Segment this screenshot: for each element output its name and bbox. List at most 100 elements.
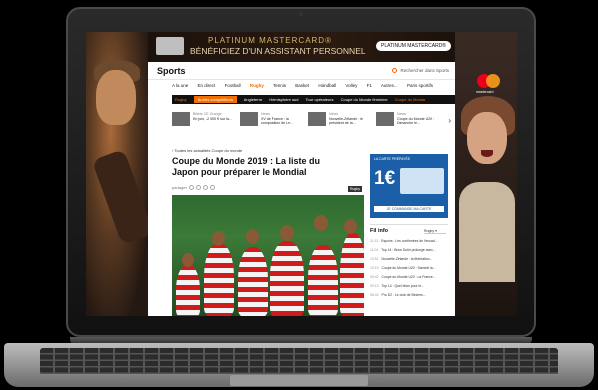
ticker-text: XV de France : la composition de Le...	[261, 116, 294, 126]
filter-value: Rugby	[424, 229, 435, 233]
banner-cta-button[interactable]: PLATINUM MASTERCARD®	[376, 41, 451, 51]
fil-info-filter-select[interactable]: Rugby ▾	[424, 229, 446, 234]
item-time: 10:51	[370, 257, 379, 261]
player-head	[344, 219, 357, 234]
nav-item-a-la-une[interactable]: A la une	[172, 83, 188, 88]
subnav-item-autres-competitions[interactable]: Autres compétitions	[193, 96, 237, 103]
ticker-item[interactable]: Billets CE Orange En juin, -2 000 € sur l…	[172, 110, 238, 132]
nav-item-football[interactable]: Football	[225, 83, 241, 88]
subnav-item-coupe-du-monde[interactable]: Coupe du Monde	[395, 97, 426, 102]
item-time: 11:13	[370, 239, 379, 243]
ticker-thumbnail	[172, 112, 190, 126]
fil-info-panel: Fil info Rugby ▾ 11:13 Espoirs : Les conf…	[370, 224, 448, 306]
ticker-item[interactable]: News Nouvelle-Zélande : le président de l…	[308, 110, 374, 132]
ad-person-shirt	[459, 182, 515, 282]
item-time: 10:15	[370, 266, 379, 270]
subnav-item-coupe-feminine[interactable]: Coupe du Monde féminine	[341, 97, 388, 102]
item-time: 08:43	[370, 293, 379, 297]
ticker-item[interactable]: News XV de France : la composition de Le.…	[240, 110, 306, 132]
credit-card-image	[156, 37, 184, 55]
article-photo	[172, 195, 364, 316]
search-icon	[392, 68, 398, 73]
search-input[interactable]: Rechercher dans Sports	[392, 68, 449, 73]
category-tag[interactable]: Rugby	[348, 186, 362, 192]
list-item[interactable]: 10:15 Coupe du Monde U20 : Samedi la...	[370, 266, 448, 270]
list-item[interactable]: 09:42 Coupe du Monde U20 : La France...	[370, 275, 448, 279]
player-head	[212, 231, 225, 246]
chevron-right-icon[interactable]: ›	[448, 116, 451, 125]
search-placeholder: Rechercher dans Sports	[400, 68, 449, 73]
player-figure	[340, 233, 364, 316]
nav-item-handball[interactable]: Handball	[318, 83, 336, 88]
item-text: Pro D2 : Le club de Béziers...	[381, 293, 426, 297]
banner-brand: PLATINUM MASTERCARD®	[208, 36, 332, 45]
mastercard-orange-circle-icon	[486, 74, 500, 88]
ticker-thumbnail	[376, 112, 394, 126]
nav-item-f1[interactable]: F1	[367, 83, 372, 88]
site-logo[interactable]: Sports	[157, 66, 186, 76]
news-ticker: Billets CE Orange En juin, -2 000 € sur l…	[172, 110, 455, 132]
ad-amount: 1€	[374, 168, 396, 189]
ad-cta-button[interactable]: JE COMMANDE MA CARTE	[374, 206, 444, 212]
main-nav: A la une En direct Football Rugby Tennis…	[172, 83, 441, 88]
ticker-text: Coupe du Monde U20 : Dimanche le...	[397, 116, 435, 126]
player-figure	[238, 247, 268, 316]
sports-page: Sports Rechercher dans Sports A la une E…	[148, 62, 455, 316]
twitter-icon[interactable]	[195, 185, 201, 190]
link-icon[interactable]	[209, 185, 215, 190]
player-head	[280, 225, 294, 241]
player-figure	[176, 265, 200, 316]
item-time: 09:42	[370, 275, 379, 279]
share-bar: partager	[172, 185, 215, 190]
chevron-down-icon: ▾	[435, 229, 437, 233]
player-figure	[308, 245, 338, 316]
laptop-mockup: PLATINUM MASTERCARD® BÉNÉFICIEZ D'UN ASS…	[0, 0, 598, 390]
nav-item-volley[interactable]: Volley	[345, 83, 357, 88]
list-item[interactable]: 09:10 Top 14 : Quel bilan pour le...	[370, 284, 448, 288]
list-item[interactable]: 11:13 Espoirs : Les confirmées de l'encad…	[370, 239, 448, 243]
item-text: Espoirs : Les confirmées de l'encad...	[381, 239, 438, 243]
subnav-item-hemisphere-sud[interactable]: Hémisphère sud	[269, 97, 298, 102]
ticker-item[interactable]: News Coupe du Monde U20 : Dimanche le...	[376, 110, 442, 132]
mastercard-logo: mastercard	[474, 72, 504, 96]
sub-nav: Rugby Autres compétitions Angleterre Hém…	[172, 95, 455, 104]
subnav-item-angleterre[interactable]: Angleterre	[244, 97, 262, 102]
player-head	[314, 215, 328, 231]
player-figure	[270, 241, 304, 316]
player-head	[182, 253, 194, 267]
share-label: partager	[172, 185, 187, 190]
subnav-item-tour-operateurs[interactable]: Tour opérateurs	[305, 97, 333, 102]
banner-headline: BÉNÉFICIEZ D'UN ASSISTANT PERSONNEL	[190, 46, 366, 56]
mail-icon[interactable]	[202, 185, 208, 190]
nav-item-rugby[interactable]: Rugby	[250, 83, 264, 88]
ticker-thumbnail	[308, 112, 326, 126]
item-text: Top 14 : Brice Dulin prolonge avec...	[381, 248, 436, 252]
keyboard	[40, 348, 558, 374]
breadcrumb[interactable]: ‹ Toutes les actualités Coupe du monde	[172, 148, 242, 153]
facebook-icon[interactable]	[188, 185, 194, 190]
top-banner-ad[interactable]: PLATINUM MASTERCARD® BÉNÉFICIEZ D'UN ASS…	[148, 32, 455, 62]
item-time: 11:04	[370, 248, 379, 252]
item-text: Coupe du Monde U20 : Samedi la...	[381, 266, 436, 270]
list-item[interactable]: 08:43 Pro D2 : Le club de Béziers...	[370, 293, 448, 297]
item-time: 09:10	[370, 284, 379, 288]
ad-image-left[interactable]	[86, 32, 155, 316]
player-figure	[204, 243, 234, 316]
list-item[interactable]: 10:51 Nouvelle-Zélande : la fédération...	[370, 257, 448, 261]
mastercard-label: mastercard	[476, 90, 494, 94]
nav-item-paris-sportifs[interactable]: Paris sportifs	[407, 83, 433, 88]
item-text: Nouvelle-Zélande : la fédération...	[381, 257, 433, 261]
ticker-text: Nouvelle-Zélande : le président de la...	[329, 116, 363, 126]
list-item[interactable]: 11:04 Top 14 : Brice Dulin prolonge avec.…	[370, 248, 448, 252]
article-title: Coupe du Monde 2019 : La liste du Japon …	[172, 156, 321, 177]
ad-caption: LA CARTE PRÉPAYÉE	[374, 157, 411, 161]
fil-info-title: Fil info	[370, 228, 389, 234]
breadcrumb-label: Toutes les actualités Coupe du monde	[174, 148, 243, 153]
subnav-item-rugby[interactable]: Rugby	[175, 97, 187, 102]
nav-item-basket[interactable]: Basket	[295, 83, 309, 88]
nav-item-tennis[interactable]: Tennis	[273, 83, 286, 88]
ad-person-mouth	[481, 150, 493, 157]
prepaid-card-ad[interactable]: LA CARTE PRÉPAYÉE 1€ JE COMMANDE MA CART…	[370, 154, 448, 218]
nav-item-autres[interactable]: Autres...	[381, 83, 398, 88]
nav-item-en-direct[interactable]: En direct	[198, 83, 216, 88]
